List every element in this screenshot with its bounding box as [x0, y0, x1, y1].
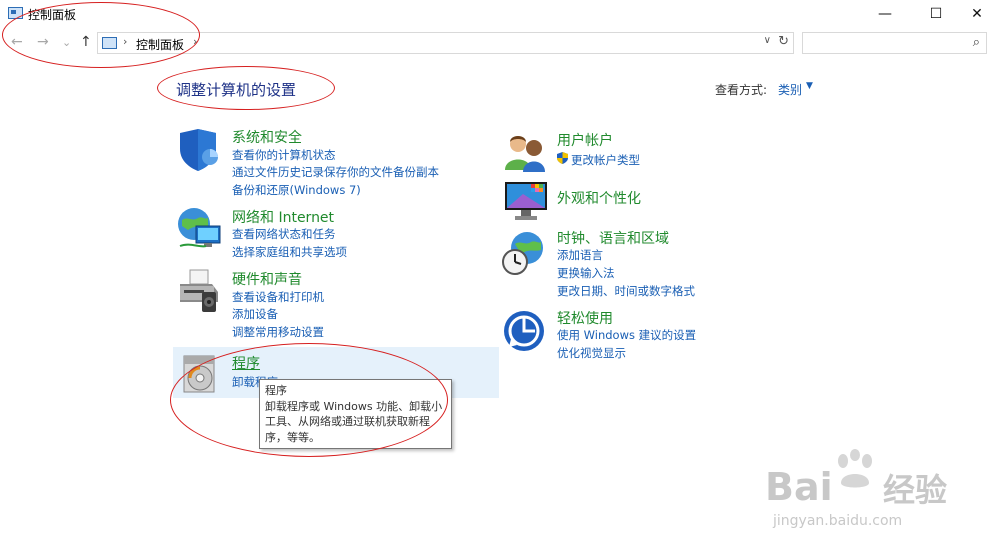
category-title-system-security[interactable]: 系统和安全	[232, 127, 302, 147]
link-backup-restore[interactable]: 备份和还原(Windows 7)	[232, 182, 361, 198]
printer-icon	[180, 269, 218, 312]
category-title-hardware-sound[interactable]: 硬件和声音	[232, 269, 302, 289]
annotation-ellipse-title	[2, 2, 200, 68]
maximize-button[interactable]: ☐	[913, 0, 959, 28]
close-button[interactable]: ✕	[954, 0, 1000, 28]
annotation-ellipse-heading	[157, 66, 335, 110]
accessibility-icon	[504, 311, 544, 351]
minimize-button[interactable]: —	[862, 0, 908, 28]
link-windows-suggested-settings[interactable]: 使用 Windows 建议的设置	[557, 327, 696, 343]
link-add-device[interactable]: 添加设备	[232, 306, 278, 322]
clock-globe-icon	[502, 232, 543, 275]
link-homegroup[interactable]: 选择家庭组和共享选项	[232, 244, 347, 260]
address-bar[interactable]: › 控制面板 › ∨ ↻	[97, 32, 794, 54]
link-devices-printers[interactable]: 查看设备和打印机	[232, 289, 324, 305]
link-change-input-method[interactable]: 更换输入法	[557, 265, 615, 281]
link-optimize-visual-display[interactable]: 优化视觉显示	[557, 345, 626, 361]
link-change-date-time-format[interactable]: 更改日期、时间或数字格式	[557, 283, 695, 299]
watermark-brand: Bai	[765, 465, 833, 509]
link-add-language[interactable]: 添加语言	[557, 247, 603, 263]
category-title-ease-of-access[interactable]: 轻松使用	[557, 308, 613, 328]
users-icon	[505, 136, 545, 172]
watermark-brand-cn: 经验	[883, 471, 948, 509]
link-file-history[interactable]: 通过文件历史记录保存你的文件备份副本	[232, 164, 439, 180]
monitor-icon	[505, 182, 547, 220]
view-by-label: 查看方式:	[715, 83, 768, 97]
view-by-dropdown[interactable]: 类别	[778, 81, 802, 98]
search-input[interactable]: ⌕	[802, 32, 987, 54]
search-icon[interactable]: ⌕	[973, 35, 980, 50]
shield-icon	[180, 129, 218, 171]
watermark-url: jingyan.baidu.com	[773, 513, 903, 529]
uac-shield-icon	[557, 152, 568, 164]
chevron-down-icon[interactable]: ∨	[764, 35, 771, 46]
link-view-computer-status[interactable]: 查看你的计算机状态	[232, 147, 336, 163]
link-network-status[interactable]: 查看网络状态和任务	[232, 226, 336, 242]
category-title-user-accounts[interactable]: 用户帐户	[557, 130, 613, 150]
category-title-network-internet[interactable]: 网络和 Internet	[232, 207, 334, 227]
refresh-icon[interactable]: ↻	[778, 34, 789, 49]
network-globe-icon	[178, 208, 221, 248]
annotation-ellipse-programs	[170, 343, 448, 457]
category-title-clock-language-region[interactable]: 时钟、语言和区域	[557, 228, 669, 248]
caret-down-icon[interactable]: ▼	[806, 81, 813, 91]
category-title-appearance[interactable]: 外观和个性化	[557, 188, 641, 208]
link-change-account-type[interactable]: 更改帐户类型	[571, 152, 640, 168]
paw-logo-icon	[838, 449, 872, 488]
link-mobility-settings[interactable]: 调整常用移动设置	[232, 324, 324, 340]
